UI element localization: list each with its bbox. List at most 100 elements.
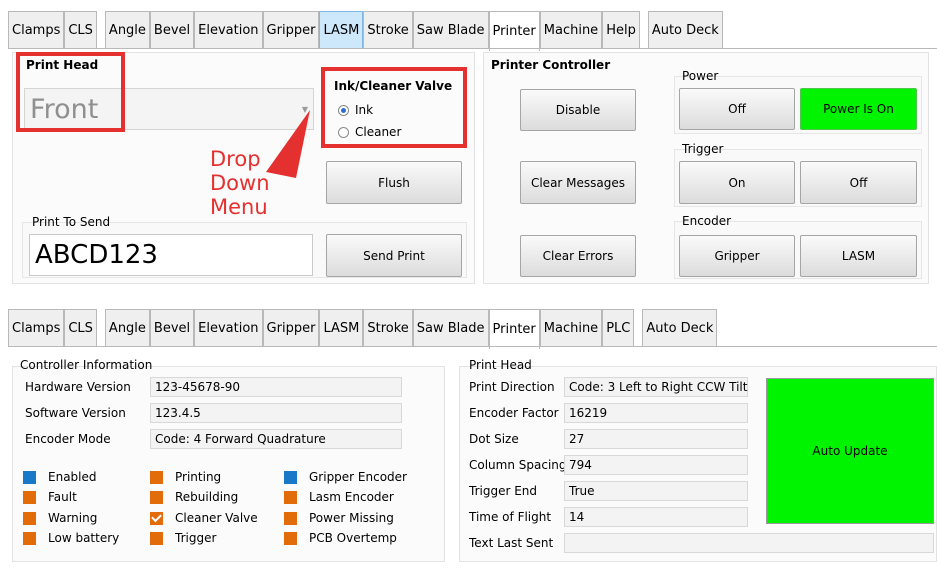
indicator-low-battery: Low battery [23,531,119,545]
indicator-pcb-overtemp-icon [284,531,297,545]
print-to-send-input[interactable]: ABCD123 [29,234,313,276]
hardware-version-label: Hardware Version [25,380,131,394]
tab-elevation[interactable]: Elevation [194,309,263,347]
indicator-fault: Fault [23,490,77,504]
top-tab-bar: Clamps CLS Angle Bevel Elevation Gripper… [8,11,723,51]
indicator-rebuilding: Rebuilding [150,490,238,504]
clear-messages-button[interactable]: Clear Messages [520,161,636,204]
indicator-gripper-encoder-label: Gripper Encoder [309,470,407,484]
tab-angle[interactable]: Angle [104,11,150,49]
indicator-trigger: Trigger [150,531,216,545]
indicator-lasm-encoder: Lasm Encoder [284,490,394,504]
print-direction-value: Code: 3 Left to Right CCW Tilt [564,377,748,397]
tab-clamps[interactable]: Clamps [8,309,65,347]
encoder-mode-label: Encoder Mode [25,432,111,446]
trigger-label: Trigger [682,142,724,156]
drop-down-menu-annotation: Drop Down Menu [210,147,270,219]
tab-bevel[interactable]: Bevel [149,309,195,347]
encoder-factor-value: 16219 [564,403,748,423]
auto-update-button[interactable]: Auto Update [766,378,934,524]
indicator-rebuilding-icon [150,490,163,504]
tab-cls[interactable]: CLS [64,11,97,49]
indicator-cleaner-valve: Cleaner Valve [150,511,258,525]
trigger-off-button[interactable]: Off [800,161,917,204]
encoder-lasm-button[interactable]: LASM [800,235,917,277]
tab-printer[interactable]: Printer [488,11,540,51]
tab-bevel[interactable]: Bevel [149,11,195,49]
tab-elevation[interactable]: Elevation [194,11,263,49]
indicator-lasm-encoder-icon [284,490,297,504]
tab-auto-deck[interactable]: Auto Deck [642,309,718,347]
encoder-mode-value: Code: 4 Forward Quadrature [150,429,402,449]
tab-angle[interactable]: Angle [104,309,150,347]
indicator-printing-label: Printing [175,470,222,484]
indicator-power-missing-label: Power Missing [309,511,394,525]
annotation-line-3: Menu [210,195,268,219]
print-direction-label: Print Direction [469,380,555,394]
tab-machine[interactable]: Machine [539,11,603,49]
power-is-on-button[interactable]: Power Is On [800,88,917,130]
printer-controller-title: Printer Controller [491,58,611,72]
time-of-flight-label: Time of Flight [469,510,552,524]
indicator-enabled-label: Enabled [48,470,97,484]
indicator-cleaner-valve-label: Cleaner Valve [175,511,258,525]
power-off-button[interactable]: Off [679,88,795,130]
indicator-lasm-encoder-label: Lasm Encoder [309,490,394,504]
hardware-version-value: 123-45678-90 [150,377,402,397]
flush-button[interactable]: Flush [326,161,462,204]
tab-plc[interactable]: PLC [602,309,635,347]
indicator-fault-label: Fault [48,490,77,504]
print-head-highlight [16,52,125,132]
print-head-info-title: Print Head [469,358,532,372]
send-print-button[interactable]: Send Print [326,234,462,277]
dot-size-value: 27 [564,429,748,449]
tab-saw-blade[interactable]: Saw Blade [412,11,489,49]
tab-lasm[interactable]: LASM [319,309,364,347]
radio-ink[interactable]: Ink [338,103,373,117]
tab-saw-blade[interactable]: Saw Blade [412,309,489,347]
indicator-low-battery-icon [23,531,36,545]
tab-stroke[interactable]: Stroke [363,11,413,49]
encoder-gripper-button[interactable]: Gripper [679,235,795,277]
encoder-label: Encoder [682,214,732,228]
top-tab-underline [8,48,937,49]
trigger-on-button[interactable]: On [679,161,795,204]
radio-cleaner-dot[interactable] [338,127,349,138]
power-label: Power [682,69,719,83]
tab-printer[interactable]: Printer [488,309,540,349]
indicator-enabled-icon [23,470,36,484]
tab-auto-deck[interactable]: Auto Deck [647,11,723,49]
annotation-line-1: Drop [210,147,261,171]
indicator-gripper-encoder-icon [284,470,297,484]
tab-lasm[interactable]: LASM [319,11,364,49]
indicator-fault-icon [23,490,36,504]
indicator-trigger-icon [150,531,163,545]
indicator-warning: Warning [23,511,97,525]
radio-ink-dot[interactable] [338,105,349,116]
indicator-warning-label: Warning [48,511,98,525]
bottom-tab-bar: Clamps CLS Angle Bevel Elevation Gripper… [8,309,718,349]
radio-cleaner[interactable]: Cleaner [338,125,401,139]
indicator-rebuilding-label: Rebuilding [175,490,239,504]
tab-gripper[interactable]: Gripper [262,309,320,347]
clear-errors-button[interactable]: Clear Errors [520,235,636,277]
controller-information-title: Controller Information [20,358,153,372]
annotation-line-2: Down [210,171,270,195]
disable-button[interactable]: Disable [520,89,636,131]
tab-cls[interactable]: CLS [64,309,97,347]
tab-stroke[interactable]: Stroke [363,309,413,347]
tab-machine[interactable]: Machine [539,309,603,347]
indicator-power-missing: Power Missing [284,511,394,525]
indicator-low-battery-label: Low battery [48,531,120,545]
text-last-sent-value [564,533,934,553]
print-to-send-value: ABCD123 [35,240,158,270]
tab-help[interactable]: Help [602,11,640,49]
tab-clamps[interactable]: Clamps [8,11,65,49]
tab-gripper[interactable]: Gripper [262,11,320,49]
valve-title: Ink/Cleaner Valve [334,79,453,93]
trigger-end-label: Trigger End [469,484,538,498]
dot-size-label: Dot Size [469,432,519,446]
indicator-pcb-overtemp-label: PCB Overtemp [309,531,397,545]
column-spacing-label: Column Spacing [469,458,567,472]
radio-cleaner-label: Cleaner [355,125,402,139]
